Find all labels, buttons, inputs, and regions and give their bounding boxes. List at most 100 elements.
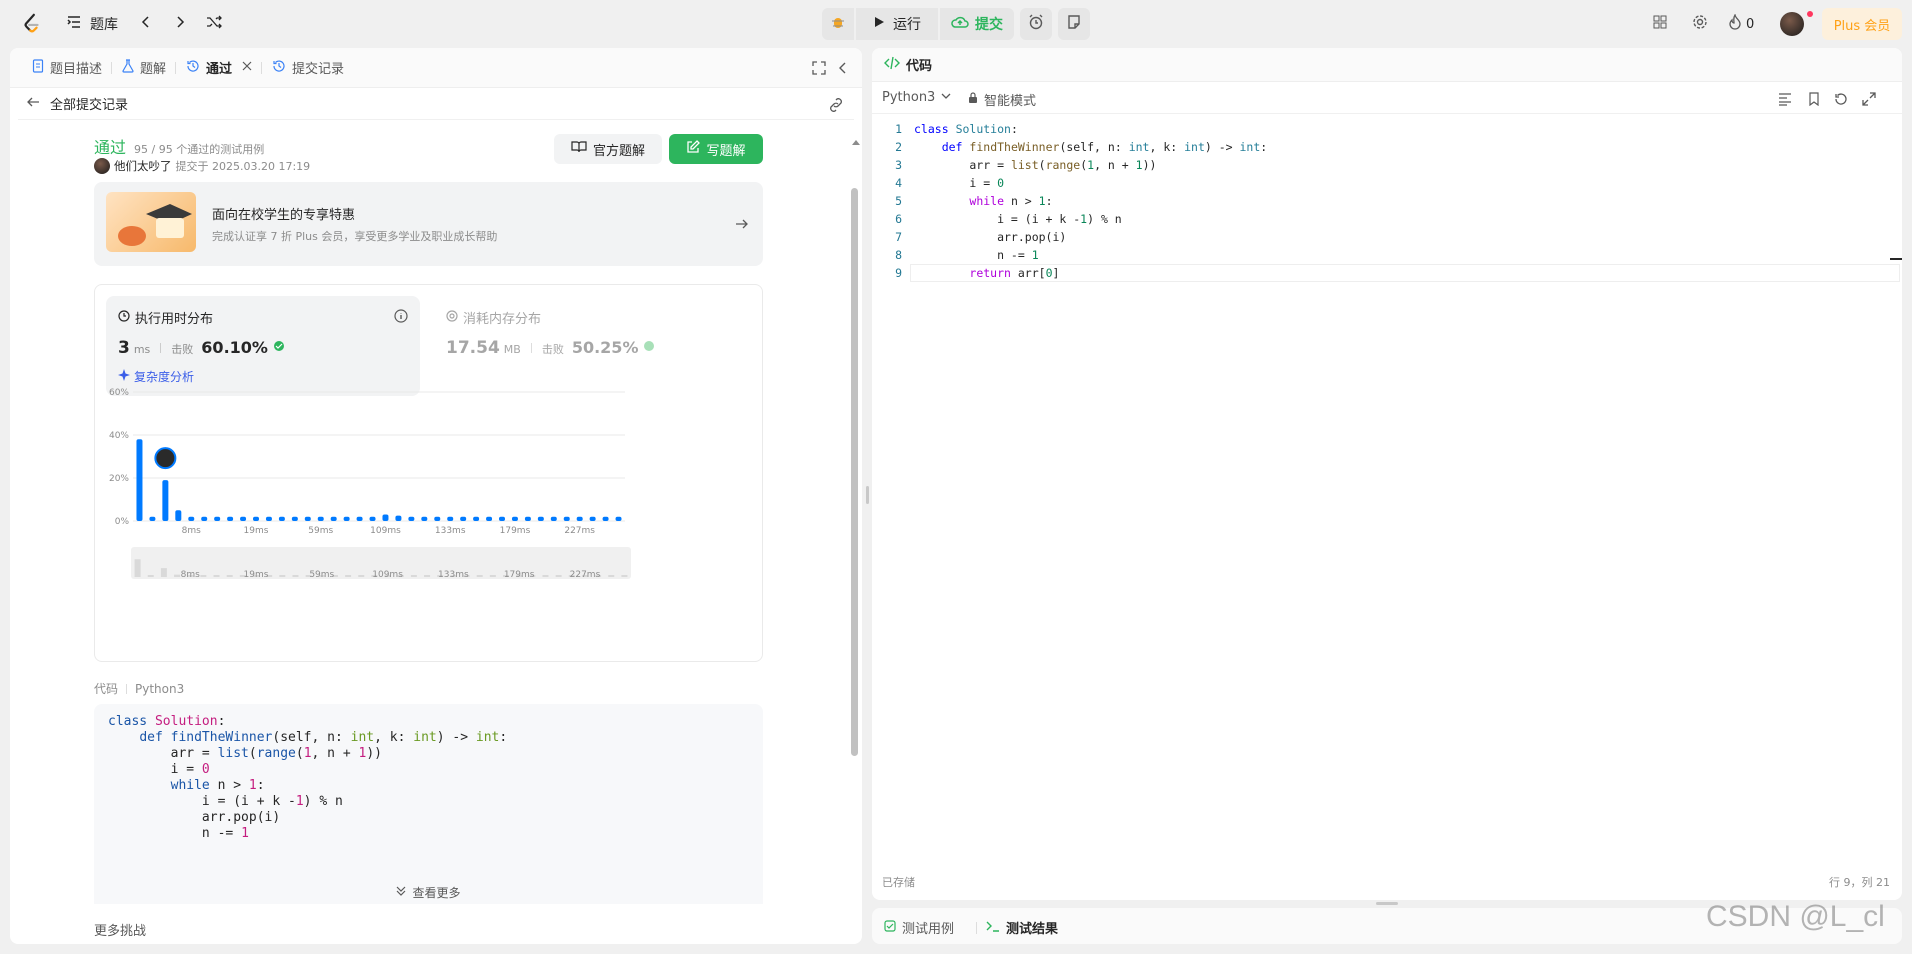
avatar[interactable] — [1780, 12, 1804, 36]
arrow-left-icon[interactable] — [26, 94, 40, 113]
play-icon — [873, 16, 885, 32]
leetcode-logo-icon[interactable] — [16, 8, 48, 40]
timer-button[interactable] — [1020, 8, 1052, 40]
overview-tick-label: 179ms — [504, 570, 535, 580]
document-icon — [32, 58, 44, 77]
overview-tick-label: 227ms — [570, 570, 601, 580]
y-tick-label: 60% — [109, 388, 129, 398]
bookmark-icon[interactable] — [1808, 91, 1820, 110]
tab-submissions[interactable]: 提交记录 — [262, 48, 354, 88]
left-tab-bar: 题目描述 题解 通过 提交记录 — [10, 48, 862, 88]
code-line: 4 i = 0 — [872, 174, 1872, 192]
line-number: 4 — [895, 176, 902, 190]
debug-button[interactable] — [822, 8, 854, 40]
overview-bar — [213, 575, 220, 577]
checkbox-icon — [884, 919, 896, 936]
see-more-label: 查看更多 — [412, 885, 461, 900]
overview-bar — [476, 575, 483, 577]
see-more-button[interactable]: 查看更多 — [94, 880, 763, 904]
language-selector[interactable]: Python3 — [882, 90, 951, 105]
tab-description-label: 题目描述 — [50, 62, 103, 77]
collapse-icon[interactable] — [836, 60, 850, 79]
submitter-row: 他们太吵了 提交于 2025.03.20 17:19 — [94, 158, 310, 174]
overview-bar — [292, 575, 299, 577]
language-label: Python3 — [882, 90, 936, 105]
submit-button[interactable]: 提交 — [940, 8, 1014, 40]
plus-label: Plus 会员 — [1833, 18, 1891, 34]
official-solution-button[interactable]: 官方题解 — [554, 134, 662, 164]
reset-icon[interactable] — [1834, 91, 1848, 110]
code-line: i = (i + k -1) % n — [108, 794, 343, 809]
tab-description[interactable]: 题目描述 — [22, 48, 113, 88]
bar — [615, 516, 622, 521]
x-tick-label: 8ms — [182, 526, 201, 536]
plus-membership-button[interactable]: Plus 会员 — [1822, 8, 1902, 40]
settings-button[interactable] — [1684, 8, 1716, 40]
random-problem-button[interactable] — [198, 8, 230, 40]
watermark: CSDN @L_cl — [1706, 900, 1885, 933]
overview-bar — [621, 575, 628, 577]
notes-button[interactable] — [1058, 8, 1090, 40]
chevron-left-icon — [139, 15, 153, 33]
overview-bar — [345, 575, 352, 577]
code-line: 9 return arr[0] — [872, 264, 1872, 282]
horizontal-splitter[interactable] — [1376, 902, 1398, 905]
all-submissions-link[interactable]: 全部提交记录 — [50, 94, 128, 113]
bar — [253, 516, 259, 521]
layout-button[interactable] — [1644, 8, 1676, 40]
write-solution-button[interactable]: 写题解 — [669, 134, 763, 164]
run-label: 运行 — [893, 17, 921, 33]
edit-icon — [686, 140, 701, 158]
prev-problem-button[interactable] — [130, 8, 162, 40]
fullscreen-icon[interactable] — [1862, 91, 1876, 110]
promo-subtitle: 完成认证享 7 折 Plus 会员，享受更多学业及职业成长帮助 — [212, 230, 498, 243]
code-text: n -= 1 — [914, 248, 1039, 262]
panel-splitter[interactable] — [866, 486, 869, 504]
double-chevron-down-icon — [396, 885, 406, 899]
link-icon[interactable] — [828, 97, 844, 116]
scrollbar-thumb[interactable] — [851, 188, 858, 756]
bar — [602, 516, 609, 521]
close-tab-icon[interactable] — [242, 60, 252, 75]
bar — [162, 480, 169, 521]
bar — [447, 516, 454, 521]
code-text: arr.pop(i) — [914, 230, 1067, 244]
bar — [369, 516, 376, 521]
code-line: 2 def findTheWinner(self, n: int, k: int… — [872, 138, 1872, 156]
x-tick-label: 227ms — [564, 526, 595, 536]
tab-testcases[interactable]: 测试用例 — [884, 918, 954, 937]
line-number: 5 — [895, 194, 902, 208]
format-icon[interactable] — [1778, 91, 1792, 110]
tab-test-results[interactable]: 测试结果 — [986, 918, 1058, 937]
bar — [240, 516, 247, 521]
x-tick-label: 59ms — [308, 526, 333, 536]
code-language: Python3 — [135, 681, 185, 696]
code-editor[interactable]: 1 class Solution: 2 def findTheWinner(self… — [872, 120, 1902, 760]
scroll-up-icon[interactable] — [852, 130, 860, 149]
problem-list-button[interactable]: 题库 — [66, 8, 118, 40]
tab-accepted[interactable]: 通过 — [176, 48, 263, 88]
code-text: while n > 1: — [969, 194, 1053, 208]
run-button[interactable]: 运行 — [856, 8, 938, 40]
editor-tab-label[interactable]: 代码 — [906, 55, 932, 74]
official-solution-label: 官方题解 — [592, 143, 645, 159]
smart-mode-toggle[interactable]: 智能模式 — [968, 90, 1036, 109]
next-problem-button[interactable] — [164, 8, 196, 40]
code-text: return arr[0] — [969, 266, 1060, 280]
promo-title: 面向在校学生的专享特惠 — [212, 208, 356, 223]
list-icon — [66, 14, 82, 34]
maximize-icon[interactable] — [812, 60, 826, 79]
bar — [408, 516, 415, 521]
overview-bar — [358, 575, 365, 577]
overview-bar — [489, 575, 496, 577]
status-row: 通过 95 / 95 个通过的测试用例 — [94, 134, 264, 158]
bar — [537, 516, 544, 521]
editor-lines: 1 class Solution: 2 def findTheWinner(self… — [872, 120, 1872, 282]
arrow-right-icon — [735, 216, 749, 235]
student-promo-banner[interactable]: 面向在校学生的专享特惠 完成认证享 7 折 Plus 会员，享受更多学业及职业成… — [94, 182, 763, 266]
username[interactable]: 他们太吵了 — [114, 158, 172, 174]
tab-solutions[interactable]: 题解 — [112, 48, 177, 88]
line-number: 2 — [895, 140, 902, 154]
scrollbar[interactable] — [850, 128, 860, 940]
streak-counter[interactable]: 0 — [1728, 8, 1754, 40]
